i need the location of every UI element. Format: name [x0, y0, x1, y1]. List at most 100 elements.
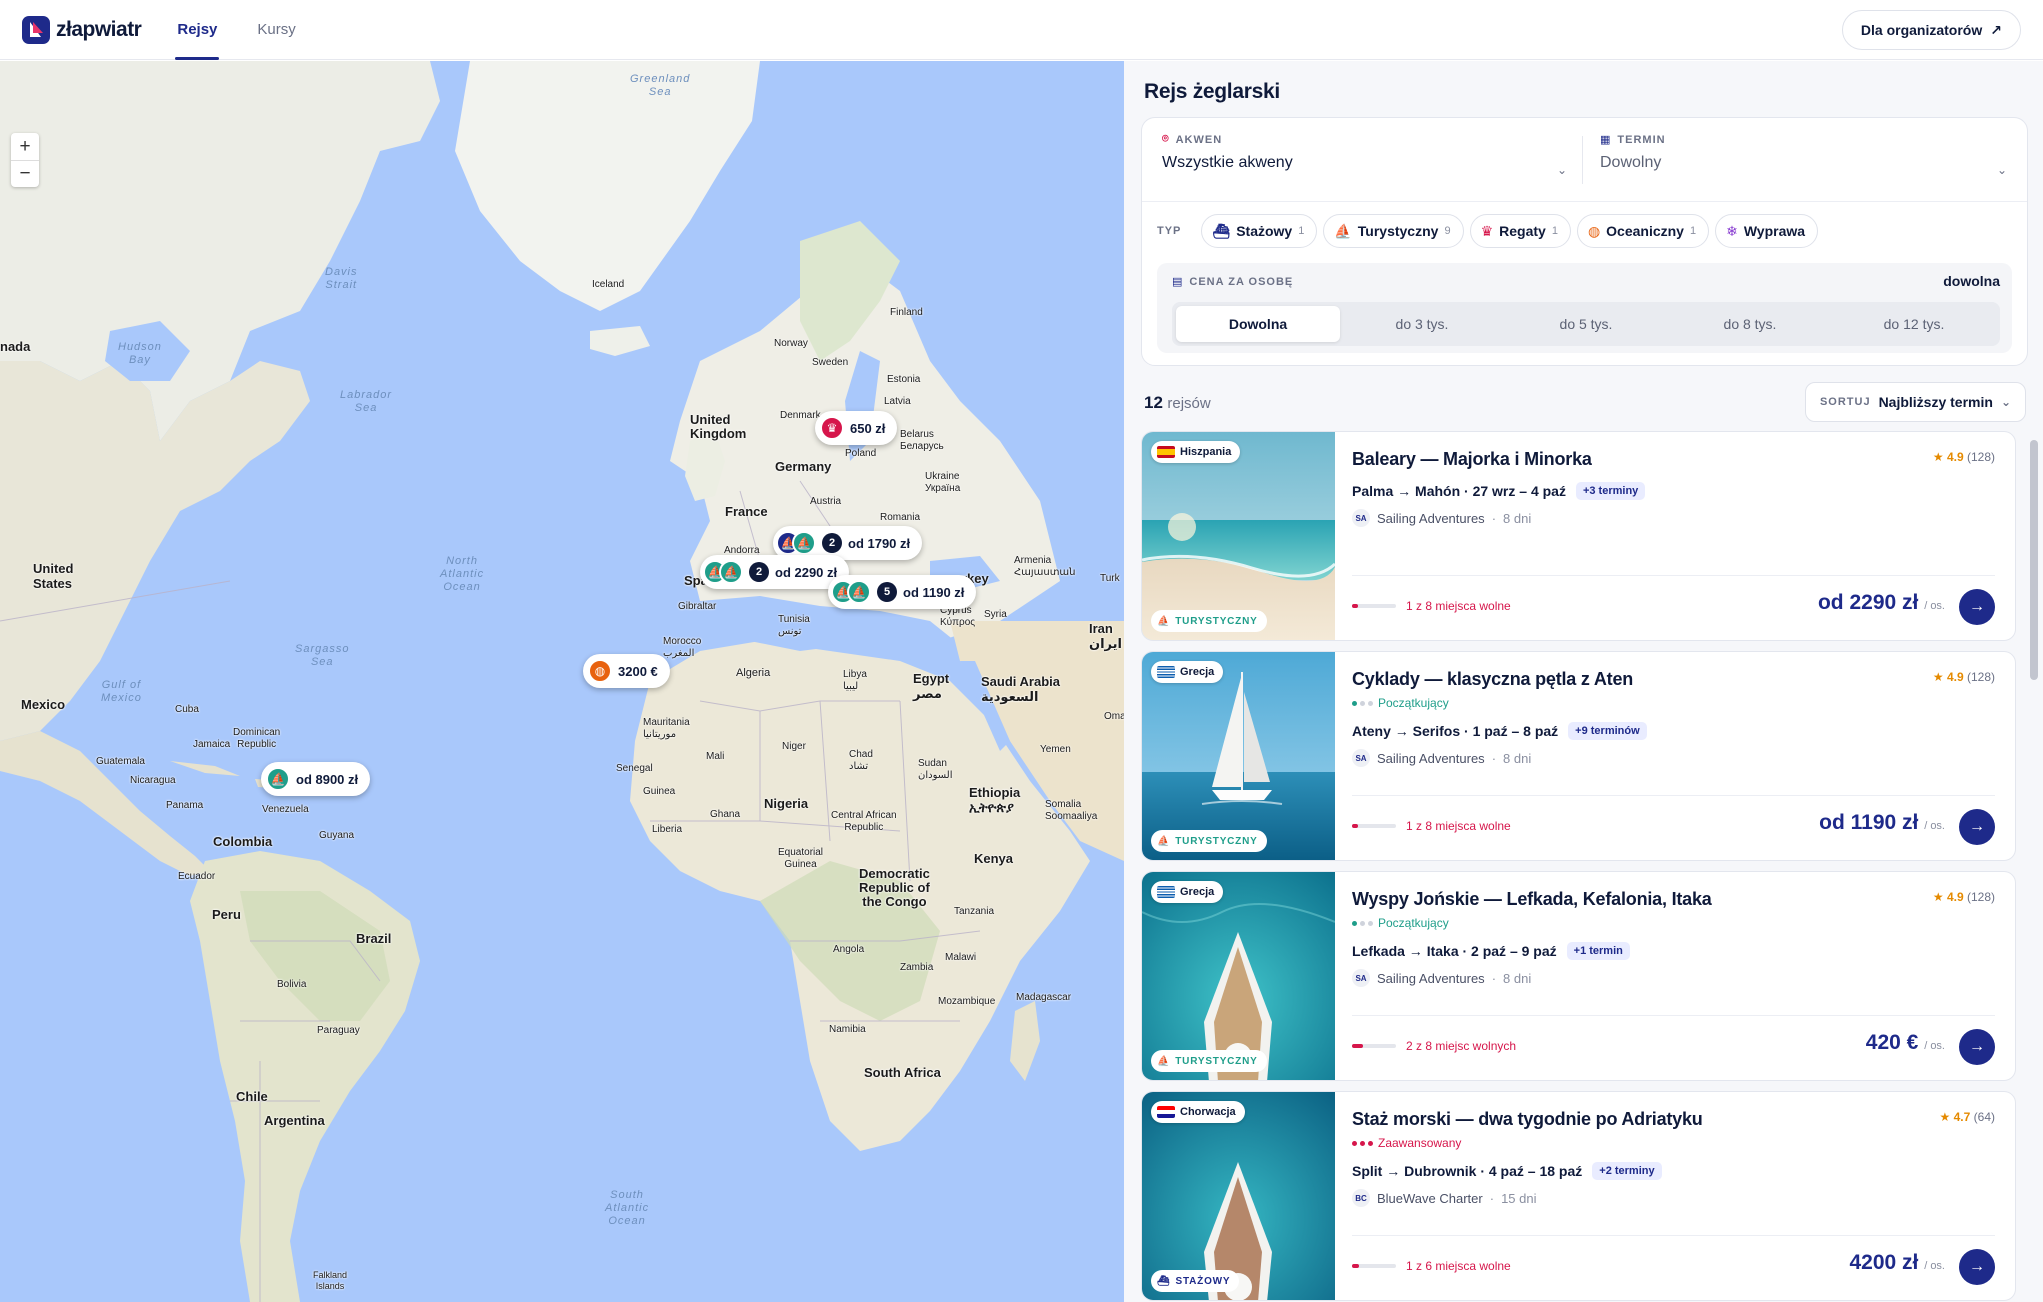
top-header: złapwiatr Rejsy Kursy Dla organizatorów … [0, 0, 2043, 60]
map-label: Colombia [213, 834, 273, 849]
zoom-out-button[interactable]: − [11, 160, 39, 187]
map-label: Finland [890, 307, 923, 318]
type-chip-wyprawa[interactable]: ❄ Wyprawa [1715, 214, 1819, 248]
map-label: Brazil [356, 931, 392, 946]
sailboat-icon: ⛵ [1157, 615, 1171, 627]
cruise-title[interactable]: Staż morski — dwa tygodnie po Adriatyku [1352, 1109, 1703, 1130]
greece-flag-icon [1157, 666, 1175, 678]
results-scrollbar[interactable] [2030, 440, 2038, 680]
type-chip-oceaniczny[interactable]: ◍ Oceaniczny 1 [1576, 214, 1710, 248]
route-text: Palma → Mahón · 27 wrz – 4 paź [1352, 483, 1566, 499]
map-label: Gibraltar [678, 601, 717, 612]
type-label: TURYSTYCZNY [1175, 1055, 1258, 1067]
map-label: South Africa [864, 1065, 941, 1080]
more-dates-badge[interactable]: +9 terminów [1568, 722, 1647, 740]
map-label: Cuba [175, 704, 199, 715]
map-label: Dominican Republic [233, 727, 281, 750]
sailboat-icon: ⛵ [719, 560, 743, 584]
map-label: Zambia [900, 962, 934, 973]
price-option-12k[interactable]: do 12 tys. [1832, 306, 1996, 342]
rating-value: 4.9 [1946, 890, 1964, 904]
croatia-flag-icon [1157, 1106, 1175, 1118]
termin-label-row: ▦ TERMIN [1600, 133, 2010, 147]
map-label: Romania [880, 512, 921, 523]
arrow-right-icon[interactable]: → [1959, 809, 1995, 845]
map-label: Ethiopia ኢትዮጵያ [969, 785, 1021, 815]
price-option-8k[interactable]: do 8 tys. [1668, 306, 1832, 342]
sort-dropdown[interactable]: SORTUJ Najbliższy termin ⌄ [1804, 382, 2026, 422]
duration: 8 dni [1503, 970, 1532, 986]
skill-level: Zaawansowany [1352, 1136, 1461, 1150]
availability-bar [1352, 604, 1396, 608]
type-chip-regaty[interactable]: ♛ Regaty 1 [1469, 214, 1571, 248]
map-pin[interactable]: ⛵ od 8900 zł [261, 762, 371, 796]
akwen-label: AKWEN [1175, 133, 1223, 146]
availability: 1 z 8 miejsca wolne [1352, 599, 1511, 613]
type-chip-stazowy[interactable]: ⛴ Stażowy 1 [1201, 214, 1318, 248]
type-label: STAŻOWY [1175, 1275, 1231, 1287]
map-pin-regaty[interactable]: ♛ 650 zł [815, 411, 898, 445]
country-badge: Grecja [1151, 881, 1224, 903]
map-label: Liberia [652, 824, 683, 835]
cruise-card[interactable]: Hiszpania ⛵ TURYSTYCZNY Baleary — Majork… [1141, 431, 2016, 641]
operator: SA Sailing Adventures · 8 dni [1352, 969, 1531, 987]
map-label: Norway [774, 338, 808, 349]
greece-flag-icon [1157, 886, 1175, 898]
map-label: Bolivia [277, 979, 307, 990]
organizers-button[interactable]: Dla organizatorów ↗ [1841, 10, 2021, 50]
globe-icon: ◍ [1587, 222, 1601, 239]
arrow-right-icon[interactable]: → [1959, 1249, 1995, 1285]
type-chip-turystyczny[interactable]: ⛵ Turystyczny 9 [1323, 214, 1464, 248]
cruise-title[interactable]: Wyspy Jońskie — Lefkada, Kefalonia, Itak… [1352, 889, 1712, 910]
map-label: Kenya [974, 851, 1014, 866]
brand-name: złapwiatr [56, 17, 142, 41]
cruise-route: Split → Dubrownik · 4 paź – 18 paź +2 te… [1352, 1162, 1662, 1180]
availability-text: 1 z 6 miejsca wolne [1406, 1259, 1511, 1273]
sailboat-icon: ⛵ [266, 767, 290, 791]
brand-logo[interactable]: złapwiatr [22, 15, 142, 44]
map-pin-oceaniczny[interactable]: ◍ 3200 € [583, 654, 670, 688]
map-label: Algeria [736, 667, 771, 679]
star-icon: ★ [1932, 670, 1944, 684]
map-label: Poland [845, 448, 877, 459]
map-label: Niger [782, 741, 806, 752]
map-label: Gulf of Mexico [101, 679, 142, 704]
tab-kursy[interactable]: Kursy [255, 0, 297, 60]
price-value: od 2290 zł [1817, 591, 1919, 614]
price-option-any[interactable]: Dowolna [1176, 306, 1340, 342]
cruise-card[interactable]: Grecja ⛵ TURYSTYCZNY Cyklady — klasyczna… [1141, 651, 2016, 861]
map-pin-cluster[interactable]: ⛵ ⛵ 2 od 2290 zł [700, 555, 850, 589]
cruise-title[interactable]: Baleary — Majorka i Minorka [1352, 449, 1592, 470]
chevron-down-icon: ⌄ [1997, 163, 2008, 177]
map-label: Democratic Republic of the Congo [859, 866, 930, 909]
price-option-5k[interactable]: do 5 tys. [1504, 306, 1668, 342]
pin-price: 3200 € [618, 663, 658, 679]
divider [1582, 136, 1583, 184]
termin-select[interactable]: ▦ TERMIN Dowolny [1600, 133, 2010, 172]
filters-card: ⌾ AKWEN Wszystkie akweny ⌄ ▦ TERMIN Dowo… [1141, 117, 2028, 366]
map-view[interactable]: + − Greenland Sea Iceland Finland Norway… [0, 61, 1124, 1302]
globe-icon: ◍ [588, 659, 612, 683]
map-label: Labrador Sea [340, 389, 393, 414]
akwen-select[interactable]: ⌾ AKWEN Wszystkie akweny [1162, 133, 1572, 172]
results-number: 12 [1144, 393, 1163, 412]
cruise-card[interactable]: Grecja ⛵ TURYSTYCZNY Wyspy Jońskie — Lef… [1141, 871, 2016, 1081]
sailboat-icon: ⛵ [1157, 1055, 1171, 1067]
tab-rejsy[interactable]: Rejsy [175, 0, 220, 60]
pin-price: od 1790 zł [848, 535, 911, 551]
zoom-in-button[interactable]: + [11, 133, 39, 160]
more-dates-badge[interactable]: +1 termin [1566, 942, 1630, 960]
more-dates-badge[interactable]: +3 terminy [1575, 482, 1646, 500]
cruise-title[interactable]: Cyklady — klasyczna pętla z Aten [1352, 669, 1633, 690]
price-label: CENA ZA OSOBĘ [1189, 275, 1294, 288]
map-pin-cluster[interactable]: ⛵ ⛵ 5 od 1190 zł [828, 575, 977, 609]
arrow-right-icon[interactable]: → [1959, 589, 1995, 625]
price-option-3k[interactable]: do 3 tys. [1340, 306, 1504, 342]
skill-level: Początkujący [1352, 916, 1449, 930]
arrow-right-icon[interactable]: → [1959, 1029, 1995, 1065]
operator: SA Sailing Adventures · 8 dni [1352, 749, 1531, 767]
cruise-card[interactable]: Chorwacja ⛴ STAŻOWY Staż morski — dwa ty… [1141, 1091, 2016, 1301]
more-dates-badge[interactable]: +2 terminy [1592, 1162, 1662, 1180]
map-label: Namibia [829, 1024, 866, 1035]
map-label: Guatemala [96, 756, 145, 767]
